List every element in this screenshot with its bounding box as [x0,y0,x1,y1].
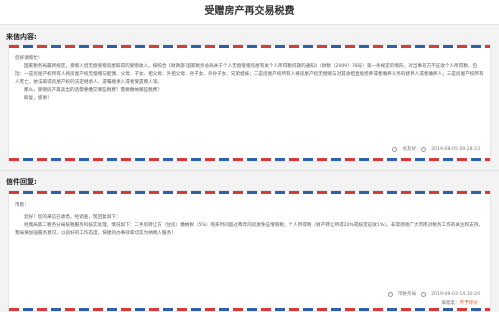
reply-paragraph: 经我局第二税务分局核税服务科核实处理，情况如下：二手房转让方（住房）缴纳税（5%… [15,223,483,236]
reply-paragraph: 您好！您的来信已收悉。经调查，现回复如下： [24,215,121,220]
airmail-border-top [9,191,490,194]
clock-icon [421,146,427,152]
letter-meta: 龙友好 2019-08-05 09:28:23 [392,146,480,152]
satisfaction-rating: 满意度：不予评价 [441,300,478,306]
satisfaction-value: 不予评价 [459,301,478,306]
reply-timestamp: 2019-09-03 14:30:20 [431,291,480,297]
letter-greeting: 您好请帮忙! [15,56,40,61]
satisfaction-label: 满意度： [441,301,460,306]
user-icon [387,291,393,297]
letter-section-label: 来信内容: [6,33,37,41]
letter-card: 您好请帮忙! 国家税务局最新规定，受赠人因无偿受赠房屋取得的受赠收入，按照合《财… [8,44,491,162]
reply-card: 市民： 您好！您的来信已收悉。经调查，现回复如下： 经我局第二税务分局核税服务科… [8,190,491,312]
letter-paragraph: 那么，受赠房产再卖出的话需要缴交哪些税费？需要缴纳哪些税费？ [24,88,162,93]
page-title: 受赠房产再交易税费 [0,0,499,25]
letter-paragraph: 国家税务局最新规定，受赠人因无偿受赠房屋取得的受赠收入，按照合《财政部 国家税务… [15,64,484,85]
letter-author: 龙友好 [402,147,417,152]
reply-salutation: 市民： [15,203,29,208]
letter-closing: 盼复，感谢！ [24,96,52,101]
clock-icon [421,291,427,297]
letter-timestamp: 2019-08-05 09:28:23 [431,146,480,152]
airmail-border-bottom [9,158,490,161]
reply-meta: 市税务局 2019-09-03 14:30:20 [387,291,480,297]
reply-body: 市民： 您好！您的来信已收悉。经调查，现回复如下： 经我局第二税务分局核税服务科… [15,202,484,238]
letter-body: 您好请帮忙! 国家税务局最新规定，受赠人因无偿受赠房屋取得的受赠收入，按照合《财… [15,55,484,103]
airmail-border-top [9,45,490,48]
airmail-border-bottom [9,308,490,311]
reply-author: 市税务局 [397,292,417,297]
reply-section-label: 信件回复: [6,178,37,186]
section-divider [0,170,499,171]
user-icon [392,146,398,152]
